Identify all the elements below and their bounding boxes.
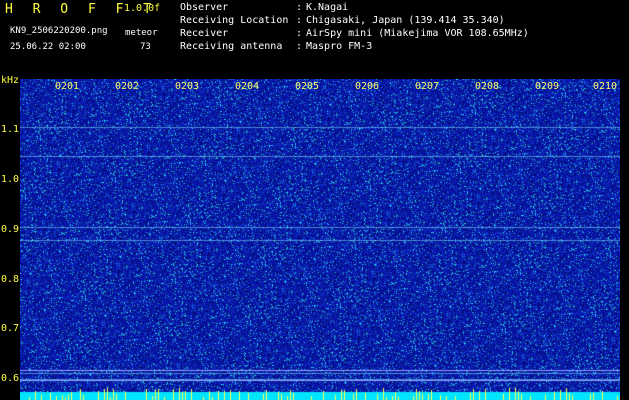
info-colon: :	[296, 28, 303, 39]
location-value: Chigasaki, Japan (139.414 35.340)	[306, 15, 505, 26]
x-tick-label: 0202	[115, 81, 140, 92]
antenna-value: Maspro FM-3	[306, 41, 373, 52]
y-tick-label: 1.0	[1, 174, 20, 185]
y-axis-unit: kHz	[1, 75, 20, 86]
y-tick-label: 0.6	[1, 373, 20, 384]
y-tick-label: 0.8	[1, 274, 20, 285]
x-tick-label: 0210	[593, 81, 618, 92]
x-tick-label: 0205	[295, 81, 320, 92]
x-tick-label: 0203	[175, 81, 200, 92]
x-tick-label: 0201	[55, 81, 80, 92]
x-tick-label: 0206	[355, 81, 380, 92]
meteor-count-value: 73	[140, 42, 151, 52]
x-tick-label: 0209	[535, 81, 560, 92]
antenna-label: Receiving antenna	[180, 41, 283, 52]
x-tick-label: 0204	[235, 81, 260, 92]
spectrogram-canvas	[20, 79, 620, 400]
version-label: 1.0.0f	[124, 3, 161, 14]
receiver-label: Receiver	[180, 28, 229, 39]
y-tick-label: 1.1	[1, 124, 20, 135]
y-tick-label: 0.7	[1, 323, 20, 334]
location-label: Receiving Location	[180, 15, 289, 26]
receiver-value: AirSpy mini (Miakejima VOR 108.65MHz)	[306, 28, 529, 39]
info-colon: :	[296, 2, 303, 13]
info-colon: :	[296, 41, 303, 52]
observer-label: Observer	[180, 2, 229, 13]
meteor-count-label: meteor	[125, 28, 158, 38]
info-colon: :	[296, 15, 303, 26]
timestamp-label: 25.06.22 02:00	[10, 42, 86, 52]
filename-label: KN9_2506220200.png	[10, 26, 108, 36]
observer-value: K.Nagai	[306, 2, 349, 13]
x-tick-label: 0208	[475, 81, 500, 92]
y-tick-label: 0.9	[1, 224, 20, 235]
x-tick-label: 0207	[415, 81, 440, 92]
